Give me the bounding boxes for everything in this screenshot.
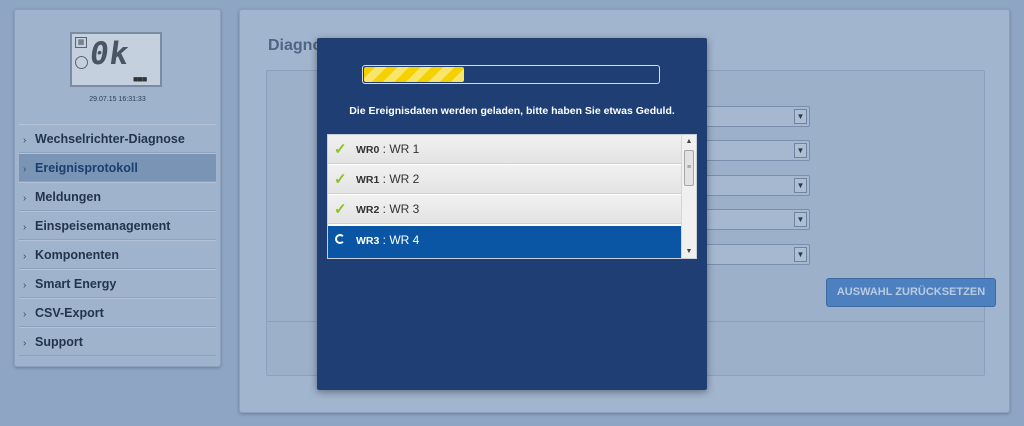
inverter-name: WR 3 xyxy=(389,202,420,216)
sidebar-menu: › Wechselrichter-Diagnose › Ereignisprotok… xyxy=(19,124,216,356)
status-text: 0k xyxy=(87,36,132,72)
sidebar-item-label: Komponenten xyxy=(35,248,120,262)
reset-selection-button[interactable]: AUSWAHL ZURÜCKSETZEN xyxy=(826,278,996,307)
check-icon: ✓ xyxy=(334,171,347,188)
chevron-right-icon: › xyxy=(23,193,27,204)
list-item[interactable]: ✓ WR1 : WR 2 xyxy=(328,165,681,194)
check-icon: ✓ xyxy=(334,141,347,158)
chevron-down-icon: ▼ xyxy=(794,247,807,262)
sidebar-item-ereignisprotokoll[interactable]: › Ereignisprotokoll xyxy=(19,153,216,182)
grid-icon: ▦ xyxy=(75,37,87,48)
list-item[interactable]: ✓ WR0 : WR 1 xyxy=(328,135,681,164)
chevron-right-icon: › xyxy=(23,164,27,175)
chevron-right-icon: › xyxy=(23,338,27,349)
sidebar-item-label: Meldungen xyxy=(35,190,101,204)
chevron-right-icon: › xyxy=(23,222,27,233)
scrollbar[interactable]: ▲ ≡ ▼ xyxy=(681,135,696,258)
filter-select[interactable]: ▼ xyxy=(692,140,810,161)
scroll-thumb[interactable]: ≡ xyxy=(684,150,694,186)
sidebar-item-support[interactable]: › Support xyxy=(19,327,216,356)
sidebar-item-komponenten[interactable]: › Komponenten xyxy=(19,240,216,269)
inverter-list: ✓ WR0 : WR 1 ✓ WR1 : WR 2 ✓ WR2 : WR 3 W… xyxy=(327,134,697,259)
sidebar-item-label: Smart Energy xyxy=(35,277,117,291)
inverter-status-display: ▦ 0k ■■■ xyxy=(70,32,162,87)
inverter-name: WR 4 xyxy=(389,233,420,247)
sidebar-item-einspeisemanagement[interactable]: › Einspeisemanagement xyxy=(19,211,216,240)
loading-dialog: Die Ereignisdaten werden geladen, bitte … xyxy=(317,38,707,390)
scroll-up-icon[interactable]: ▲ xyxy=(682,135,696,148)
inverter-id: WR2 xyxy=(356,204,380,216)
chevron-right-icon: › xyxy=(23,135,27,146)
sidebar-item-wechselrichter-diagnose[interactable]: › Wechselrichter-Diagnose xyxy=(19,124,216,153)
progress-bar xyxy=(362,65,660,84)
check-icon: ✓ xyxy=(334,201,347,218)
chevron-right-icon: › xyxy=(23,251,27,262)
inverter-name: WR 2 xyxy=(389,172,420,186)
chevron-right-icon: › xyxy=(23,309,27,320)
chevron-down-icon: ▼ xyxy=(794,109,807,124)
list-item[interactable]: WR3 : WR 4 xyxy=(328,226,681,258)
timestamp: 29.07.15 16:31:33 xyxy=(89,96,146,103)
sidebar: ▦ 0k ■■■ 29.07.15 16:31:33 › Wechselricht… xyxy=(14,9,221,367)
chevron-down-icon: ▼ xyxy=(794,143,807,158)
loading-message: Die Ereignisdaten werden geladen, bitte … xyxy=(349,105,675,117)
sidebar-item-smart-energy[interactable]: › Smart Energy xyxy=(19,269,216,298)
inverter-id: WR3 xyxy=(356,235,380,247)
sidebar-item-csv-export[interactable]: › CSV-Export xyxy=(19,298,216,327)
inverter-name: WR 1 xyxy=(389,142,420,156)
filter-select[interactable]: ▼ xyxy=(692,244,810,265)
chevron-right-icon: › xyxy=(23,280,27,291)
sidebar-item-label: Einspeisemanagement xyxy=(35,219,171,233)
list-item[interactable]: ✓ WR2 : WR 3 xyxy=(328,195,681,224)
loading-spinner-icon xyxy=(335,234,345,244)
sidebar-item-label: CSV-Export xyxy=(35,306,104,320)
globe-icon xyxy=(75,56,88,69)
filter-select[interactable]: ▼ xyxy=(692,106,810,127)
filter-select[interactable]: ▼ xyxy=(692,175,810,196)
filter-select[interactable]: ▼ xyxy=(692,209,810,230)
chevron-down-icon: ▼ xyxy=(794,212,807,227)
sidebar-item-label: Ereignisprotokoll xyxy=(35,161,138,175)
inverter-id: WR1 xyxy=(356,174,380,186)
scroll-down-icon[interactable]: ▼ xyxy=(682,245,696,258)
chevron-down-icon: ▼ xyxy=(794,178,807,193)
sidebar-item-label: Wechselrichter-Diagnose xyxy=(35,132,185,146)
sidebar-item-label: Support xyxy=(35,335,83,349)
progress-fill xyxy=(364,67,464,82)
inverter-id: WR0 xyxy=(356,144,380,156)
status-dots: ■■■ xyxy=(133,74,147,84)
sidebar-item-meldungen[interactable]: › Meldungen xyxy=(19,182,216,211)
